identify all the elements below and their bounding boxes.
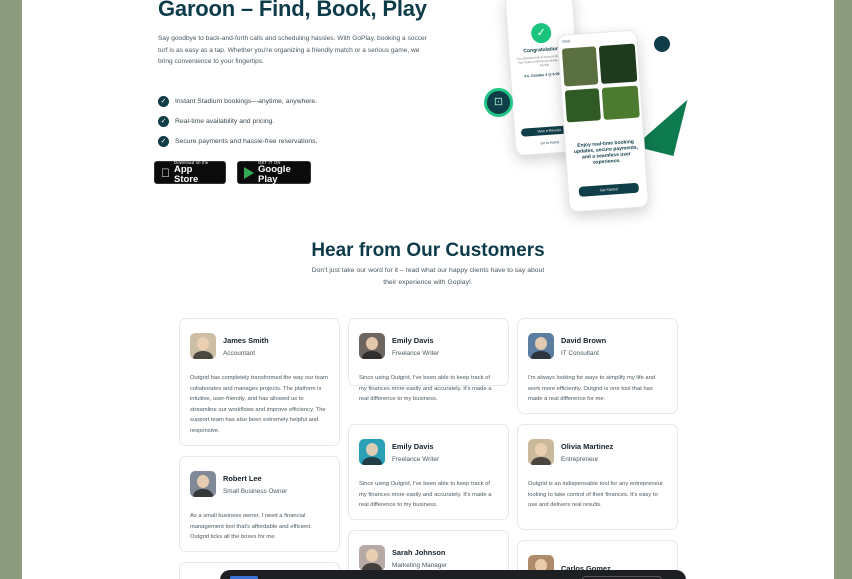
avatar <box>528 439 554 465</box>
check-icon: ✓ <box>158 135 169 147</box>
apple-icon:  <box>161 166 170 180</box>
app-store-big: App Store <box>165 165 211 185</box>
mockup-header: Goal <box>562 39 570 44</box>
reviewer-role: Small Business Owner <box>223 487 288 495</box>
stadium-image <box>561 46 599 87</box>
reviewer-role: Accountant <box>223 349 255 357</box>
hero-title: Garoon – Find, Book, Play <box>158 0 427 21</box>
stadium-image <box>601 85 640 120</box>
floating-toolbar[interactable] <box>220 570 686 579</box>
feature-text: Instant Stadium bookings—anytime, anywhe… <box>175 97 318 105</box>
mockup-tagline: Enjoy real-time booking updates, secure … <box>573 138 639 166</box>
testimonial-quote: Since using Outgrid, I've been able to k… <box>359 481 492 509</box>
testimonial-card: Robert Lee Small Business Owner As a sma… <box>179 456 340 552</box>
reviewer-name: James Smith <box>223 335 269 345</box>
landing-page: Garoon – Find, Book, Play Say goodbye to… <box>22 0 834 579</box>
feature-text: Real-time availability and pricing. <box>175 117 275 125</box>
testimonial-card: Emily Davis Freelance Writer Since using… <box>348 318 509 402</box>
feature-item: ✓ Instant Stadium bookings—anytime, anyw… <box>158 91 317 111</box>
reviewer-name: Emily Davis <box>392 441 434 451</box>
testimonials-title: Hear from Our Customers <box>311 240 545 261</box>
google-play-big: Google Play <box>258 164 291 185</box>
phone-mockup-onboarding: Goal Enjoy real-time booking updates, se… <box>556 29 650 213</box>
google-play-button[interactable]: GET IT ON Google Play <box>237 160 311 185</box>
avatar <box>190 333 216 359</box>
reviewer-name: Emily Davis <box>392 335 434 345</box>
reviewer-role: Freelance Writer <box>392 455 440 463</box>
check-icon: ✓ <box>530 22 552 44</box>
stadium-image <box>564 88 601 123</box>
feature-item: ✓ Secure payments and hassle-free reserv… <box>158 131 317 151</box>
testimonial-card: David Brown IT Consultant I'm always loo… <box>517 318 678 414</box>
app-mockup-illustration: ✓ Congratulations! You (Stadium link & S… <box>458 0 688 213</box>
testimonial-card: Olivia Martinez Entrepreneur Outgrid is … <box>517 424 678 530</box>
testimonial-quote: Outgrid is an indispensable tool for any… <box>528 481 664 509</box>
feature-text: Secure payments and hassle-free reservat… <box>175 137 318 145</box>
avatar <box>190 471 216 497</box>
avatar <box>359 439 385 465</box>
reviewer-name: David Brown <box>561 335 607 345</box>
testimonial-quote: Outgrid has completely transformed the w… <box>190 375 328 434</box>
reviewer-role: Marketing Manager <box>392 561 448 569</box>
reviewer-role: Freelance Writer <box>392 349 440 357</box>
check-icon: ✓ <box>158 95 169 107</box>
google-play-icon <box>244 166 254 179</box>
avatar <box>359 545 385 571</box>
app-store-button[interactable]:  Download on the App Store <box>154 160 226 185</box>
testimonial-card: Emily Davis Freelance Writer Since using… <box>348 424 509 520</box>
testimonial-card: James Smith Accountant Outgrid has compl… <box>179 318 340 446</box>
avatar <box>359 333 385 359</box>
feature-list: ✓ Instant Stadium bookings—anytime, anyw… <box>158 91 317 151</box>
decorative-dot <box>654 36 670 52</box>
mockup-start-button: Get Started <box>578 182 640 197</box>
reviewer-name: Robert Lee <box>223 473 262 483</box>
reviewer-name: Sarah Johnson <box>392 547 446 557</box>
reviewer-role: IT Consultant <box>561 349 599 357</box>
avatar <box>528 333 554 359</box>
reviewer-role: Entrepreneur <box>561 455 599 463</box>
testimonial-quote: Since using Outgrid, I've been able to k… <box>359 375 492 403</box>
feature-item: ✓ Real-time availability and pricing. <box>158 111 317 131</box>
reviewer-name: Olivia Martinez <box>561 441 614 451</box>
hero-description: Say goodbye to back-and-forth calls and … <box>158 35 427 65</box>
testimonials-subtitle: Don't just take our word for it – read w… <box>311 267 545 286</box>
testimonial-quote: As a small business owner, I need a fina… <box>190 513 312 541</box>
stadium-badge-icon: ⊡ <box>484 88 513 117</box>
stadium-image <box>598 43 638 85</box>
testimonial-quote: I'm always looking for ways to simplify … <box>528 375 656 403</box>
check-icon: ✓ <box>158 115 169 127</box>
